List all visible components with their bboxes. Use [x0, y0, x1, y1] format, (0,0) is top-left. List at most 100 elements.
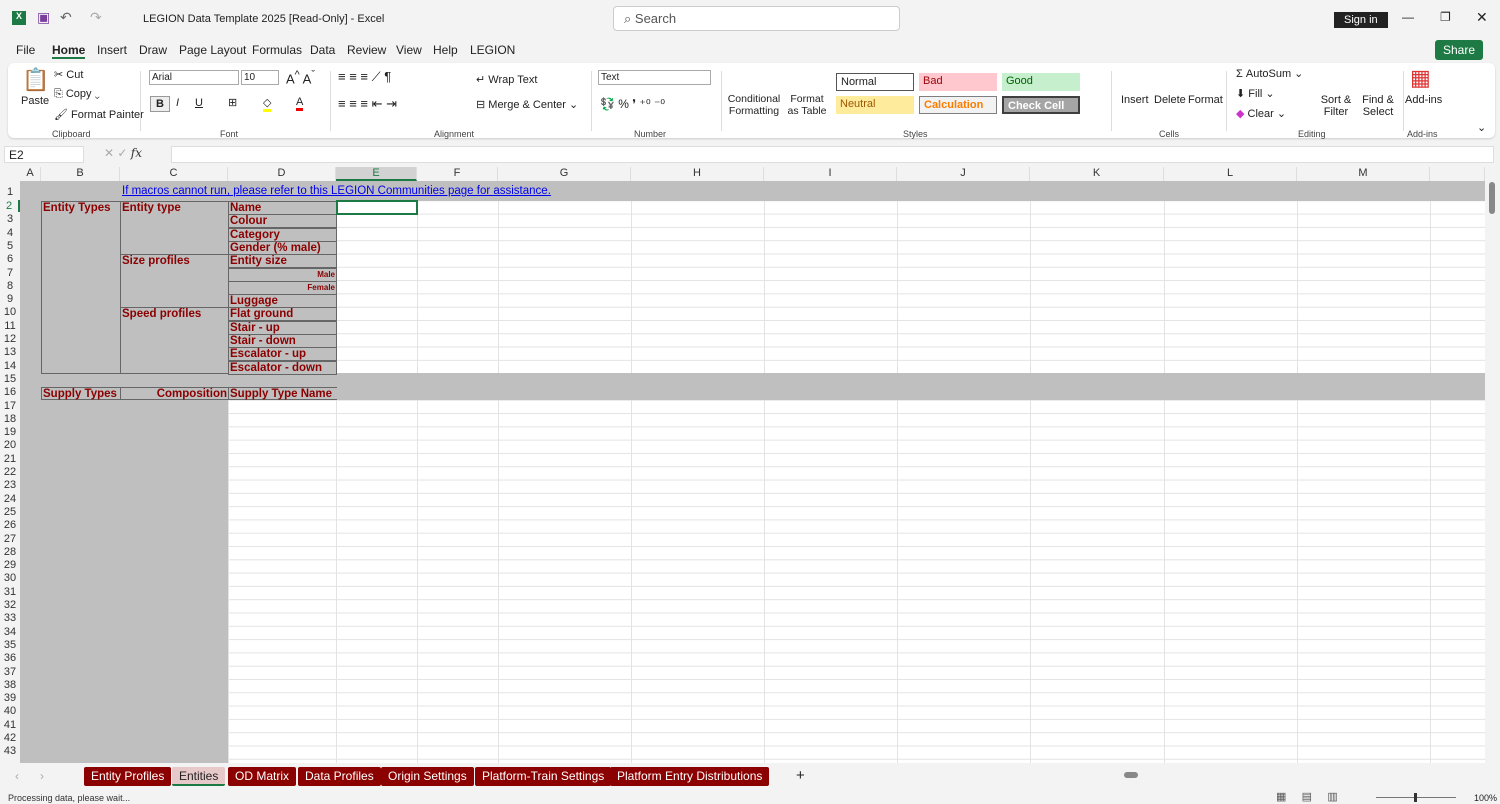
- row-header-25[interactable]: 25: [0, 506, 20, 518]
- row-header-42[interactable]: 42: [0, 732, 20, 744]
- row-header-13[interactable]: 13: [0, 346, 20, 358]
- column-header-m[interactable]: M: [1297, 167, 1430, 181]
- tab-page-layout[interactable]: Page Layout: [179, 43, 246, 57]
- row-header-6[interactable]: 6: [0, 253, 20, 265]
- style-good[interactable]: Good: [1002, 73, 1080, 91]
- row-header-38[interactable]: 38: [0, 679, 20, 691]
- row-header-37[interactable]: 37: [0, 666, 20, 678]
- horizontal-scrollbar[interactable]: [1112, 772, 1484, 780]
- style-check-cell[interactable]: Check Cell: [1002, 96, 1080, 114]
- row-header-9[interactable]: 9: [0, 293, 20, 305]
- row-header-39[interactable]: 39: [0, 692, 20, 704]
- column-header-k[interactable]: K: [1030, 167, 1164, 181]
- sort-filter-button[interactable]: Sort & Filter: [1318, 94, 1354, 118]
- row-header-43[interactable]: 43: [0, 745, 20, 757]
- row-header-35[interactable]: 35: [0, 639, 20, 651]
- sheet-tab-platform-train-settings[interactable]: Platform-Train Settings: [475, 767, 612, 786]
- row-header-22[interactable]: 22: [0, 466, 20, 478]
- number-format-icons[interactable]: 💱 % ❜ ⁺⁰ ⁻⁰: [600, 97, 665, 111]
- cell-d7[interactable]: Male: [228, 267, 337, 282]
- row-header-29[interactable]: 29: [0, 559, 20, 571]
- cell-d4[interactable]: Category: [228, 227, 337, 242]
- paste-button[interactable]: Paste: [21, 95, 49, 107]
- cell-supply-type-name[interactable]: Supply Type Name: [228, 387, 337, 400]
- sheet-tab-entities[interactable]: Entities: [172, 767, 226, 786]
- vertical-scrollbar[interactable]: [1487, 170, 1499, 763]
- column-header-b[interactable]: B: [41, 167, 120, 181]
- search-input[interactable]: ⌕ Search: [613, 6, 900, 31]
- delete-cells-button[interactable]: Delete: [1154, 94, 1186, 106]
- sheet-nav-prev-icon[interactable]: ‹: [15, 769, 19, 783]
- collapse-ribbon-icon[interactable]: ⌄: [1477, 121, 1486, 134]
- format-as-table-button[interactable]: Format as Table: [784, 93, 830, 117]
- save-icon[interactable]: ▣: [37, 9, 50, 26]
- fill-button[interactable]: ⬇ Fill ⌄: [1236, 87, 1275, 100]
- align-icons[interactable]: ≡ ≡ ≡ ⟋ ¶: [338, 69, 391, 85]
- find-select-button[interactable]: Find & Select: [1358, 94, 1398, 118]
- cell-size-profiles[interactable]: Size profiles: [120, 254, 229, 308]
- row-header-5[interactable]: 5: [0, 240, 20, 252]
- cell-composition[interactable]: Composition: [120, 387, 229, 400]
- row-header-41[interactable]: 41: [0, 719, 20, 731]
- fx-icon[interactable]: fx: [131, 146, 142, 160]
- cell-d11[interactable]: Stair - up: [228, 320, 337, 335]
- row-header-18[interactable]: 18: [0, 413, 20, 425]
- row-header-17[interactable]: 17: [0, 400, 20, 412]
- fill-color-icon[interactable]: ◇: [263, 96, 272, 112]
- tab-file[interactable]: File: [16, 43, 35, 57]
- row-header-4[interactable]: 4: [0, 227, 20, 239]
- row-header-12[interactable]: 12: [0, 333, 20, 345]
- tab-formulas[interactable]: Formulas: [252, 43, 302, 57]
- tab-home[interactable]: Home: [52, 43, 86, 59]
- tab-review[interactable]: Review: [347, 43, 386, 57]
- name-box[interactable]: E2: [4, 146, 84, 163]
- row-header-10[interactable]: 10: [0, 306, 20, 318]
- column-header-f[interactable]: F: [417, 167, 498, 181]
- row-header-28[interactable]: 28: [0, 546, 20, 558]
- column-header-j[interactable]: J: [897, 167, 1030, 181]
- format-cells-button[interactable]: Format: [1188, 94, 1223, 106]
- column-header-l[interactable]: L: [1164, 167, 1297, 181]
- addins-button[interactable]: Add-ins: [1405, 94, 1442, 106]
- column-header-i[interactable]: I: [764, 167, 897, 181]
- formula-input[interactable]: [171, 146, 1494, 163]
- row-header-2[interactable]: 2: [0, 200, 20, 212]
- style-normal[interactable]: Normal: [836, 73, 914, 91]
- row-header-30[interactable]: 30: [0, 572, 20, 584]
- font-size-select[interactable]: 10: [241, 70, 279, 85]
- cell-d6[interactable]: Entity size: [228, 254, 337, 269]
- grow-font-icon[interactable]: A^ Aˇ: [286, 69, 315, 86]
- cell-d10[interactable]: Flat ground: [228, 307, 337, 322]
- sign-in-button[interactable]: Sign in: [1334, 12, 1388, 28]
- style-neutral[interactable]: Neutral: [836, 96, 914, 114]
- cell-entity-types[interactable]: Entity Types: [41, 201, 121, 374]
- row-header-16[interactable]: 16: [0, 386, 20, 398]
- cell-d9[interactable]: Luggage: [228, 294, 337, 309]
- tab-data[interactable]: Data: [310, 43, 335, 57]
- row-header-40[interactable]: 40: [0, 705, 20, 717]
- row-header-27[interactable]: 27: [0, 533, 20, 545]
- cell-d13[interactable]: Escalator - up: [228, 347, 337, 362]
- tab-help[interactable]: Help: [433, 43, 458, 57]
- bold-button[interactable]: B: [150, 96, 170, 112]
- macros-help-link[interactable]: If macros cannot run, please refer to th…: [122, 185, 551, 197]
- row-header-23[interactable]: 23: [0, 479, 20, 491]
- view-icons[interactable]: ▦ ▤ ▥: [1276, 790, 1338, 803]
- column-header-e[interactable]: E: [336, 167, 417, 181]
- style-calculation[interactable]: Calculation: [919, 96, 997, 114]
- column-header-h[interactable]: H: [631, 167, 764, 181]
- row-header-1[interactable]: 1: [0, 186, 20, 198]
- cell-speed-profiles[interactable]: Speed profiles: [120, 307, 229, 374]
- close-icon[interactable]: ✕: [1476, 9, 1488, 26]
- row-header-24[interactable]: 24: [0, 493, 20, 505]
- sheet-tab-origin-settings[interactable]: Origin Settings: [381, 767, 474, 786]
- wrap-text-button[interactable]: ↵ Wrap Text: [476, 73, 537, 86]
- clear-button[interactable]: ◆ Clear ⌄: [1236, 107, 1286, 120]
- zoom-slider[interactable]: [1376, 793, 1456, 802]
- number-format-select[interactable]: Text: [598, 70, 711, 85]
- redo-icon[interactable]: ↷: [90, 9, 102, 26]
- autosum-button[interactable]: Σ AutoSum ⌄: [1236, 67, 1303, 80]
- cell-entity-type[interactable]: Entity type: [120, 201, 229, 255]
- row-header-20[interactable]: 20: [0, 439, 20, 451]
- restore-icon[interactable]: ❐: [1440, 10, 1451, 24]
